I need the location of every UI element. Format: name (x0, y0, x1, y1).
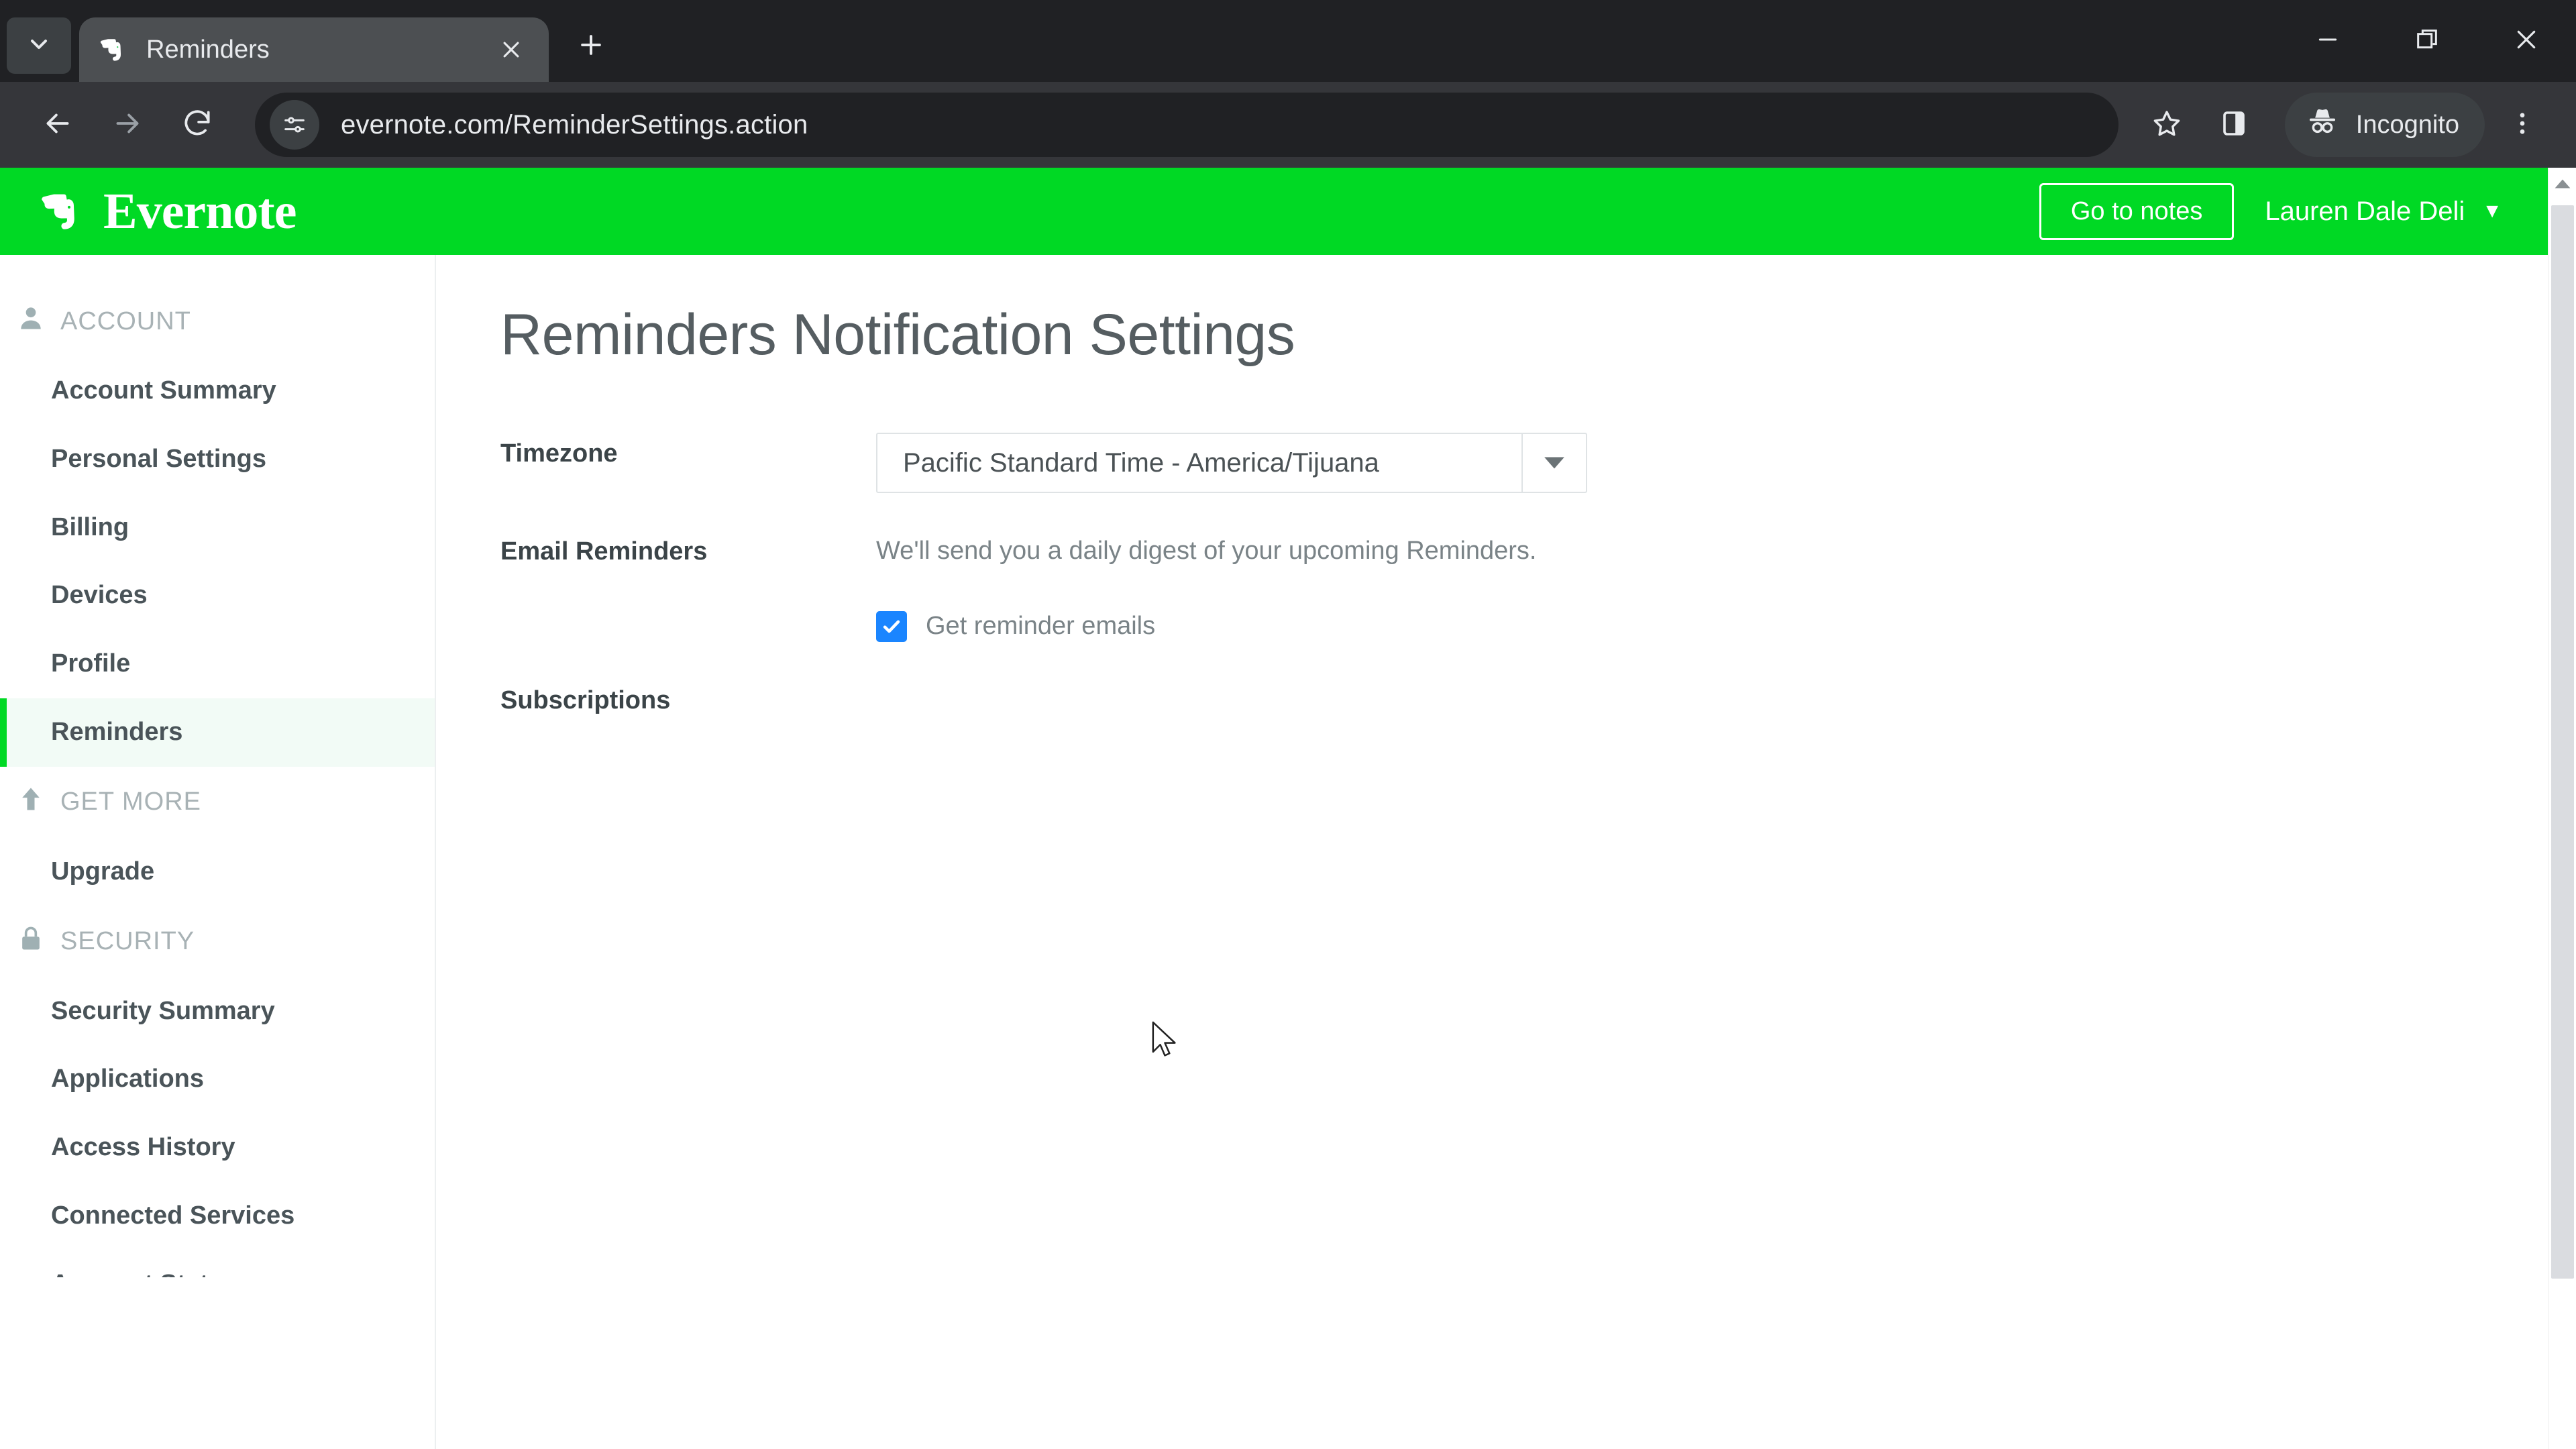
close-window-button[interactable] (2477, 0, 2576, 79)
side-panel-button[interactable] (2200, 91, 2267, 158)
incognito-label: Incognito (2355, 110, 2459, 139)
evernote-elephant-logo (38, 186, 87, 236)
sidebar-item-access-history[interactable]: Access History (0, 1114, 435, 1182)
window-controls (2278, 0, 2576, 79)
page-viewport: Evernote Go to notes Lauren Dale Deli ▼ … (0, 168, 2576, 1449)
sidebar-item-connected-services[interactable]: Connected Services (0, 1182, 435, 1250)
address-bar[interactable]: evernote.com/ReminderSettings.action (255, 93, 2118, 157)
tab-close-button[interactable] (492, 31, 530, 68)
sidebar-item-personal-settings[interactable]: Personal Settings (0, 425, 435, 494)
scrollbar-thumb[interactable] (2551, 205, 2574, 1279)
forward-button[interactable] (93, 90, 162, 160)
page-body: ACCOUNT Account Summary Personal Setting… (0, 255, 2576, 1449)
person-icon (16, 303, 46, 339)
sidebar-item-account-status[interactable]: Account Status (0, 1250, 435, 1277)
chevron-down-icon (25, 31, 52, 61)
timezone-selected-value: Pacific Standard Time - America/Tijuana (903, 447, 1379, 478)
up-arrow-icon (16, 784, 46, 820)
sidebar-item-applications[interactable]: Applications (0, 1045, 435, 1114)
email-reminders-description: We'll send you a daily digest of your up… (876, 537, 1537, 565)
browser-tab[interactable]: Reminders (79, 17, 549, 82)
plus-icon (576, 30, 606, 63)
back-button[interactable] (23, 90, 93, 160)
browser-menu-button[interactable] (2491, 91, 2553, 158)
settings-sidebar: ACCOUNT Account Summary Personal Setting… (0, 255, 436, 1449)
incognito-indicator[interactable]: Incognito (2284, 93, 2485, 157)
browser-toolbar: evernote.com/ReminderSettings.action Inc… (0, 82, 2576, 168)
get-reminder-emails-checkbox[interactable] (876, 610, 907, 642)
sidebar-section-get-more: GET MORE (0, 767, 435, 838)
email-reminders-row: Email Reminders We'll send you a daily d… (500, 531, 2576, 642)
new-tab-button[interactable] (565, 20, 617, 72)
minimize-button[interactable] (2278, 0, 2377, 79)
page-scrollbar[interactable] (2548, 168, 2576, 1449)
brand-name: Evernote (103, 182, 297, 239)
header-actions: Go to notes Lauren Dale Deli ▼ (2039, 168, 2502, 255)
sidebar-item-reminders[interactable]: Reminders (0, 698, 435, 767)
main-content: Reminders Notification Settings Timezone… (436, 255, 2576, 1449)
subscriptions-label: Subscriptions (500, 686, 671, 714)
incognito-hat-icon (2305, 104, 2340, 146)
sidebar-item-security-summary[interactable]: Security Summary (0, 977, 435, 1046)
scroll-up-arrow-icon[interactable] (2548, 168, 2576, 200)
url-text: evernote.com/ReminderSettings.action (341, 109, 808, 140)
maximize-restore-button[interactable] (2377, 0, 2477, 79)
timezone-select[interactable]: Pacific Standard Time - America/Tijuana (876, 433, 1587, 493)
brand-logo[interactable]: Evernote (38, 182, 297, 241)
go-to-notes-button[interactable]: Go to notes (2039, 182, 2235, 240)
tab-strip: Reminders (0, 0, 2576, 82)
forward-arrow-icon (111, 107, 144, 144)
three-dot-menu-icon (2508, 109, 2536, 141)
get-reminder-emails-row[interactable]: Get reminder emails (876, 610, 2576, 642)
reload-button[interactable] (162, 90, 232, 160)
bookmark-button[interactable] (2133, 91, 2200, 158)
tab-title: Reminders (146, 35, 270, 64)
evernote-elephant-favicon (98, 34, 129, 65)
sidebar-item-upgrade[interactable]: Upgrade (0, 838, 435, 906)
star-icon (2151, 107, 2183, 143)
sidebar-item-devices[interactable]: Devices (0, 561, 435, 630)
email-reminders-label: Email Reminders (500, 537, 708, 566)
sidebar-section-label: SECURITY (60, 927, 195, 956)
sidebar-section-account: ACCOUNT (0, 286, 435, 357)
account-name[interactable]: Lauren Dale Deli (2265, 197, 2465, 227)
browser-window: Reminders evernote.com/ReminderSettings.… (0, 0, 2576, 1449)
sidebar-section-label: ACCOUNT (60, 307, 191, 335)
tab-search-button[interactable] (7, 17, 71, 74)
side-panel-icon (2218, 107, 2250, 143)
subscriptions-row: Subscriptions (500, 680, 2576, 715)
page-title: Reminders Notification Settings (500, 303, 1295, 367)
app-header: Evernote Go to notes Lauren Dale Deli ▼ (0, 168, 2576, 255)
back-arrow-icon (41, 107, 74, 144)
site-settings-tune-icon[interactable] (270, 100, 319, 150)
get-reminder-emails-label: Get reminder emails (926, 612, 1156, 641)
reload-icon (180, 107, 214, 144)
caret-down-icon[interactable] (1521, 434, 1586, 492)
sidebar-item-billing[interactable]: Billing (0, 494, 435, 562)
timezone-row: Timezone Pacific Standard Time - America… (500, 433, 2576, 493)
account-menu-caret-icon[interactable]: ▼ (2482, 200, 2502, 223)
sidebar-item-profile[interactable]: Profile (0, 630, 435, 698)
lock-icon (16, 924, 46, 960)
mouse-pointer-icon (1150, 1021, 1181, 1061)
sidebar-section-security: SECURITY (0, 906, 435, 977)
timezone-label: Timezone (500, 439, 618, 468)
sidebar-section-label: GET MORE (60, 788, 201, 816)
sidebar-item-account-summary[interactable]: Account Summary (0, 357, 435, 425)
